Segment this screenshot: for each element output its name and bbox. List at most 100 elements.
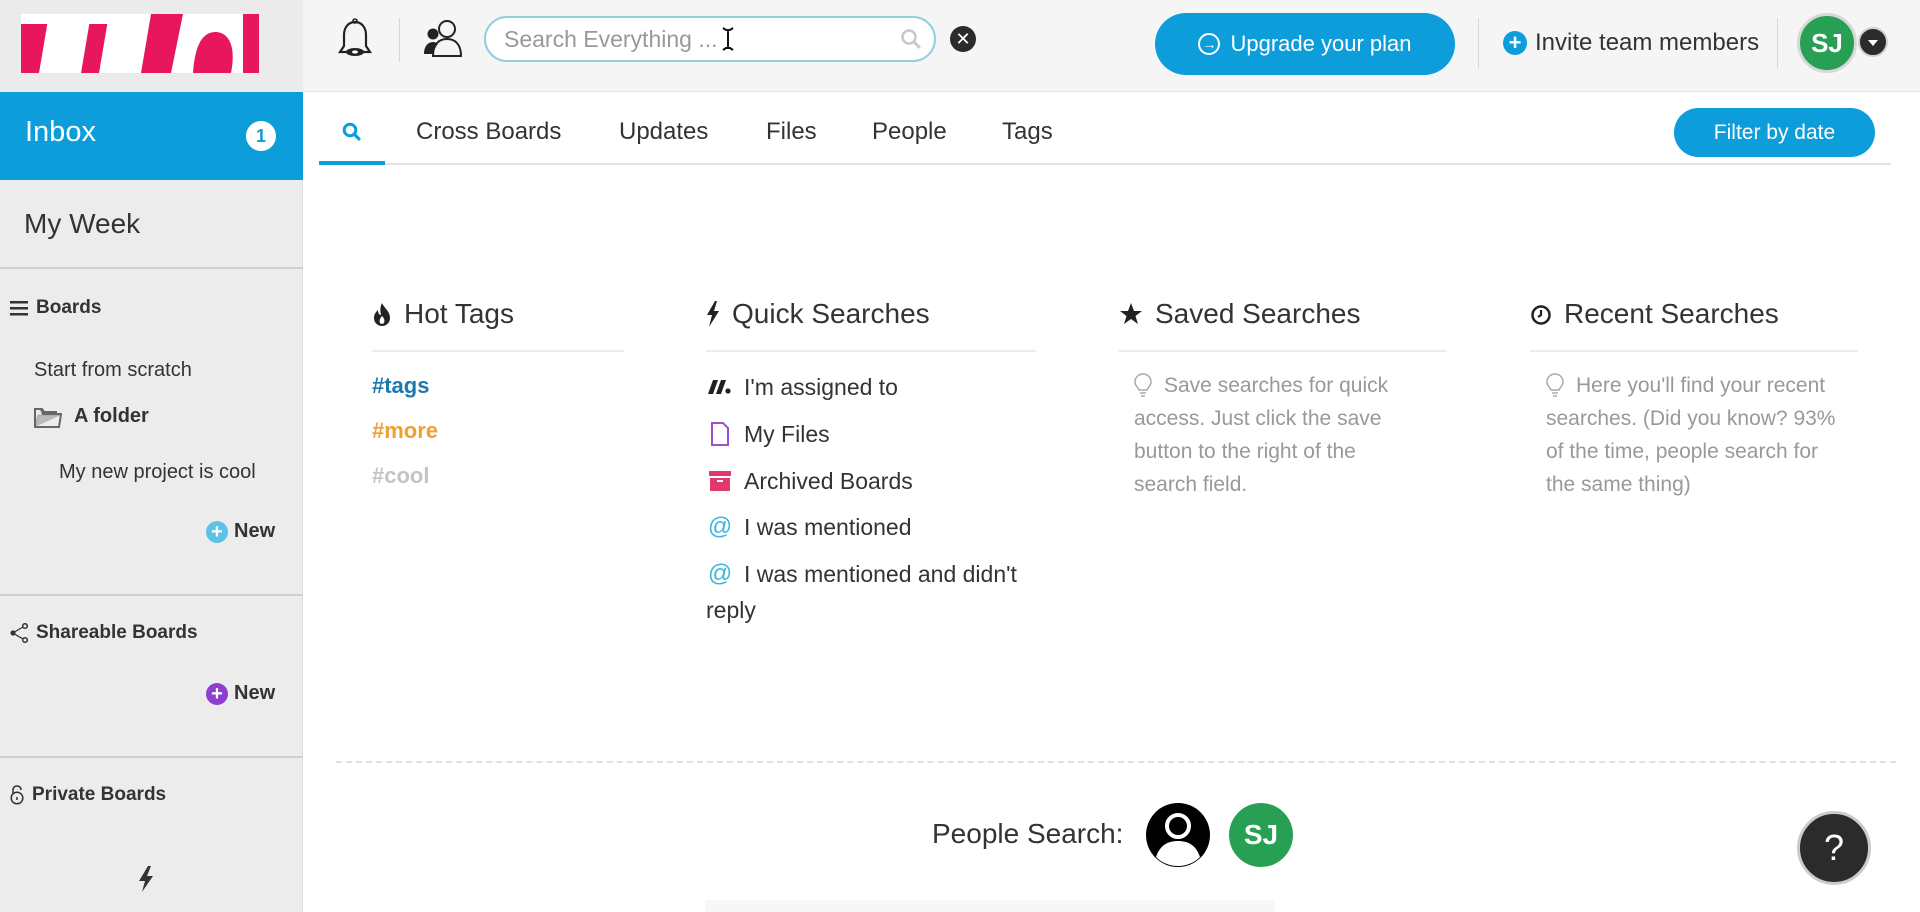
user-silhouette-icon [1156,813,1200,866]
search-icon [342,122,361,141]
at-icon: @ [707,560,733,587]
sidebar-item-inbox[interactable]: Inbox 1 [0,92,303,180]
saved-searches-hint: Save searches for quick access. Just cli… [1134,369,1424,501]
text-cursor-icon [722,27,734,51]
hot-tag-link[interactable]: #tags [372,373,429,399]
lightning-bolt-icon [707,301,719,327]
hot-tags-title: Hot Tags [404,298,514,329]
file-icon [706,416,734,452]
team-people-icon[interactable] [422,18,464,58]
new-label: New [234,520,276,542]
inbox-label: Inbox [25,116,96,148]
saved-searches-panel: Saved Searches [1119,296,1447,352]
sidebar-item-start-from-scratch[interactable]: Start from scratch [34,359,192,382]
recent-searches-heading: Recent Searches [1530,296,1858,332]
tab-files[interactable]: Files [766,118,817,146]
quick-search-mentioned-no-reply[interactable]: @ I was mentioned and didn't reply [706,556,1036,628]
star-icon [1120,303,1142,324]
invite-label: Invite team members [1535,29,1760,56]
lightbulb-icon [1546,373,1564,397]
saved-searches-hint-text: Save searches for quick access. Just cli… [1134,374,1389,496]
sidebar-item-my-week[interactable]: My Week [0,180,303,269]
new-board-button[interactable]: + New [206,520,275,543]
hot-tags-panel: Hot Tags [372,296,624,352]
tab-people[interactable]: People [872,118,947,146]
new-label: New [234,682,276,704]
private-boards-section-header[interactable]: Private Boards [10,784,166,806]
logo-mark-icon [21,14,243,73]
search-tabs: Cross Boards Updates Files People Tags [319,92,1891,165]
quick-search-archived[interactable]: Archived Boards [706,463,913,499]
help-button[interactable]: ? [1797,811,1871,885]
invite-team-members-button[interactable]: + Invite team members [1503,26,1759,60]
divider [0,594,303,596]
quick-search-assigned[interactable]: I'm assigned to [706,369,898,405]
user-avatar[interactable]: SJ [1797,13,1857,73]
inbox-count-badge: 1 [246,121,276,151]
clear-search-button[interactable]: ✕ [950,26,976,52]
quick-search-label: Archived Boards [744,468,913,494]
archive-icon [706,463,734,499]
menu-lines-icon [10,301,28,316]
arrow-right-circle-icon: → [1198,33,1221,55]
quick-searches-heading: Quick Searches [706,296,1036,332]
quick-search-label: I was mentioned and didn't reply [706,561,1017,623]
recent-searches-panel: Recent Searches [1530,296,1858,352]
divider [336,761,1896,763]
brand-logo[interactable] [21,14,259,73]
tab-updates[interactable]: Updates [619,118,708,146]
quick-search-mentioned[interactable]: @ I was mentioned [706,509,912,545]
quick-search-my-files[interactable]: My Files [706,416,830,452]
person-avatar-sj[interactable]: SJ [1229,803,1293,867]
boards-header-label: Boards [36,297,102,318]
folder-label: A folder [74,405,149,427]
sidebar-folder[interactable]: A folder [34,405,149,428]
lightbulb-icon [1134,373,1152,397]
divider [0,756,303,758]
hot-tags-heading: Hot Tags [372,296,624,332]
lightning-bolt-icon[interactable] [136,866,156,892]
logo-area [0,0,303,92]
top-bar: ✕ → Upgrade your plan + Invite team memb… [0,0,1920,92]
divider [1478,18,1479,68]
my-week-label: My Week [24,208,141,239]
fire-icon [374,303,390,326]
bottom-panel-edge [705,900,1275,912]
new-shareable-board-button[interactable]: + New [206,682,275,705]
global-search-field[interactable] [484,16,936,62]
person-avatar-anonymous[interactable] [1146,803,1210,867]
divider [372,350,624,352]
search-icon[interactable] [900,28,922,50]
hot-tag-link[interactable]: #cool [372,463,429,489]
quick-search-label: I'm assigned to [744,374,898,400]
boards-section-header[interactable]: Boards [10,297,101,319]
saved-searches-heading: Saved Searches [1119,296,1447,332]
notifications-bell-icon[interactable] [336,18,374,60]
plus-circle-icon: + [1503,31,1527,55]
app-root: ✕ → Upgrade your plan + Invite team memb… [0,0,1920,912]
upgrade-plan-button[interactable]: → Upgrade your plan [1155,13,1455,75]
shareable-boards-label: Shareable Boards [36,622,198,643]
account-menu-caret-icon[interactable] [1858,27,1888,57]
divider [1530,350,1858,352]
recent-searches-hint-text: Here you'll find your recent searches. (… [1546,374,1836,496]
hot-tag-link[interactable]: #more [372,418,438,444]
search-input[interactable] [504,24,884,54]
quick-search-label: My Files [744,421,830,447]
recent-searches-title: Recent Searches [1564,298,1779,329]
sidebar-item-board[interactable]: My new project is cool [59,461,256,484]
quick-searches-panel: Quick Searches [706,296,1036,352]
at-icon: @ [707,513,733,540]
quick-searches-title: Quick Searches [732,298,930,329]
assigned-icon [706,369,734,405]
share-icon [10,623,28,643]
plus-circle-icon: + [206,682,228,705]
filter-by-date-button[interactable]: Filter by date [1674,108,1875,157]
tab-search[interactable] [319,92,385,165]
divider [399,18,400,62]
private-boards-label: Private Boards [32,784,167,805]
upgrade-plan-label: Upgrade your plan [1230,31,1412,56]
tab-tags[interactable]: Tags [1002,118,1053,146]
shareable-boards-section-header[interactable]: Shareable Boards [10,622,198,644]
tab-cross-boards[interactable]: Cross Boards [416,118,561,146]
